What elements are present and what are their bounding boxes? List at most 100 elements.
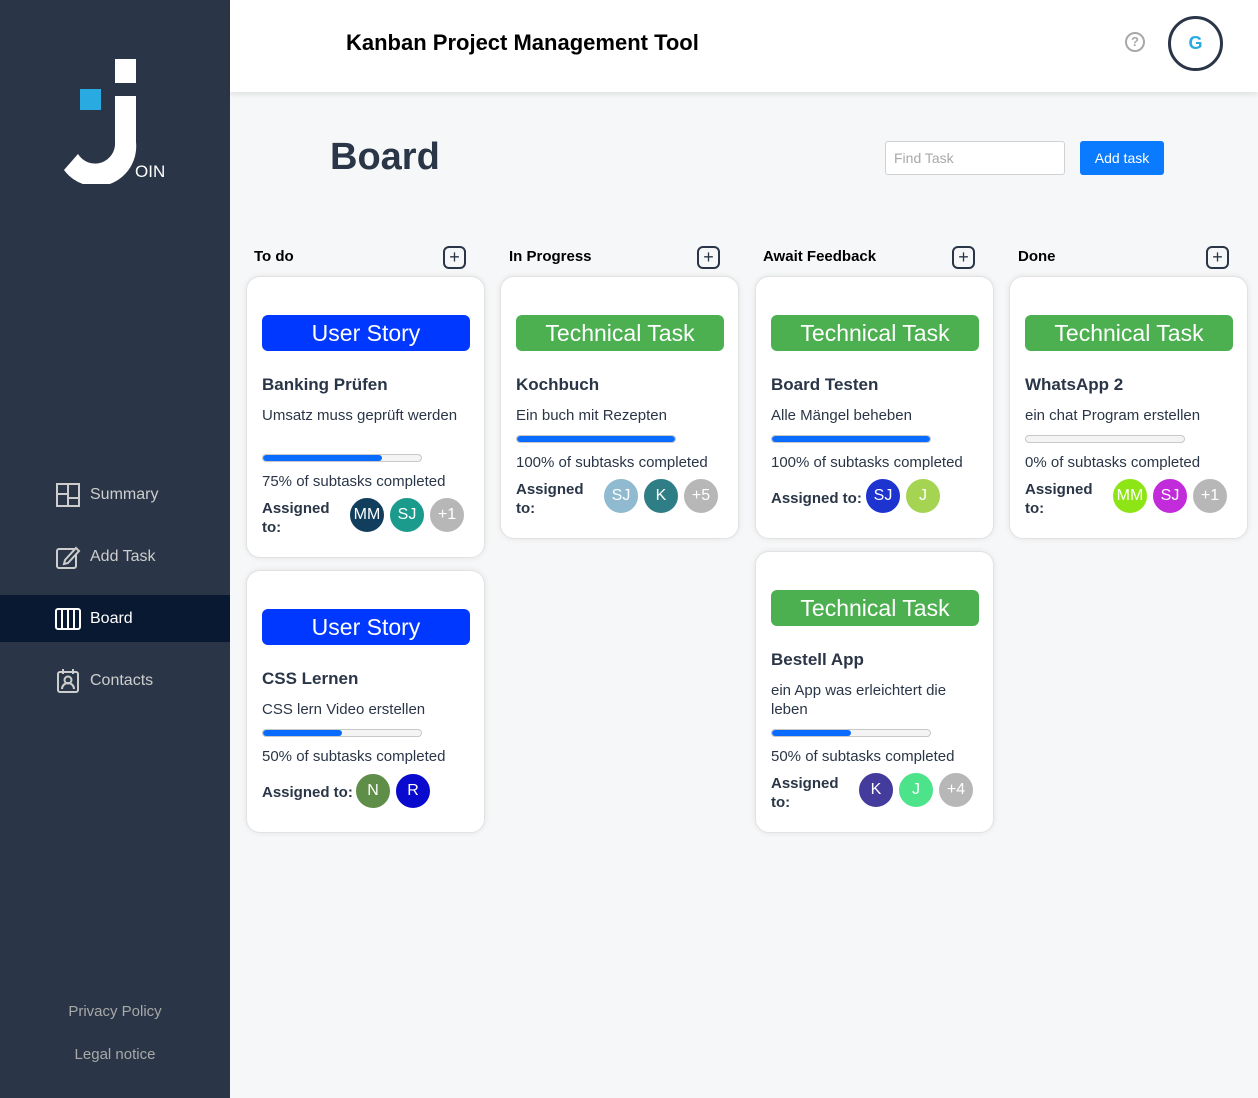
summary-icon: [56, 482, 80, 507]
assignee-avatar: +5: [682, 477, 720, 515]
progress-fill: [263, 455, 382, 461]
progress-fill: [517, 436, 675, 442]
assignee-avatars: MM SJ +1: [1109, 477, 1229, 515]
assigned-label: Assigned to:: [771, 775, 839, 811]
column-title-await-feedback: Await Feedback: [763, 248, 877, 265]
assignee-avatar: SJ: [1151, 477, 1189, 515]
nav-summary[interactable]: Summary: [0, 471, 230, 518]
task-title: Board Testen: [771, 375, 879, 394]
category-badge: Technical Task: [771, 315, 979, 351]
assignee-avatars: MM SJ +1: [346, 496, 466, 534]
add-todo-plus-icon[interactable]: +: [443, 246, 466, 269]
assignee-avatar: N: [354, 772, 392, 810]
task-description: ein App was erleichtert die leben: [771, 682, 947, 718]
assignee-avatars: NR: [352, 772, 432, 810]
add-in-progress-plus-icon[interactable]: +: [697, 246, 720, 269]
app-title: Kanban Project Management Tool: [346, 30, 699, 55]
assignee-avatars: SJ J: [862, 477, 942, 515]
legal-notice-link[interactable]: Legal notice: [0, 1046, 230, 1063]
assignee-avatar: SJ: [864, 477, 902, 515]
user-avatar[interactable]: G: [1168, 16, 1223, 71]
page-title: Board: [330, 136, 440, 178]
progress-label: 50% of subtasks completed: [262, 748, 446, 765]
progress-bar: [771, 435, 931, 443]
progress-bar: [771, 729, 931, 737]
assignee-avatar: J: [897, 771, 935, 809]
assignee-avatar: J: [904, 477, 942, 515]
column-title-done: Done: [1018, 248, 1056, 265]
add-task-button[interactable]: Add task: [1080, 141, 1164, 175]
progress-bar: [1025, 435, 1185, 443]
logo-text: OIN: [135, 162, 166, 181]
column-title-in-progress: In Progress: [509, 248, 592, 265]
task-card[interactable]: Technical Task Bestell App ein App was e…: [755, 551, 994, 833]
sidebar: OIN Summary Add Task Board Contacts Priv…: [0, 0, 230, 1098]
task-description: CSS lern Video erstellen: [262, 701, 426, 718]
category-badge: Technical Task: [771, 590, 979, 626]
category-badge: User Story: [262, 609, 470, 645]
privacy-policy-link[interactable]: Privacy Policy: [0, 1003, 230, 1020]
nav-add-task-label: Add Task: [90, 547, 156, 565]
task-title: WhatsApp 2: [1025, 375, 1124, 394]
assigned-label: Assigned to:: [262, 784, 353, 801]
add-done-plus-icon[interactable]: +: [1206, 246, 1229, 269]
progress-label: 50% of subtasks completed: [771, 748, 955, 765]
nav-add-task[interactable]: Add Task: [0, 533, 230, 580]
board-icon: [55, 607, 81, 630]
add-await-feedback-plus-icon[interactable]: +: [952, 246, 975, 269]
assignee-avatar: K: [642, 477, 680, 515]
assignee-avatar: +4: [937, 771, 975, 809]
top-header: Kanban Project Management Tool ? G: [230, 0, 1258, 92]
nav-contacts[interactable]: Contacts: [0, 657, 230, 704]
assignee-avatar: MM: [1111, 477, 1149, 515]
task-card[interactable]: Technical Task Kochbuch Ein buch mit Rez…: [500, 276, 739, 539]
column-title-todo: To do: [254, 248, 294, 265]
task-card[interactable]: Technical Task WhatsApp 2 ein chat Progr…: [1009, 276, 1248, 539]
progress-fill: [772, 436, 930, 442]
help-icon[interactable]: ?: [1125, 32, 1145, 52]
progress-label: 75% of subtasks completed: [262, 473, 446, 490]
progress-bar: [262, 454, 422, 462]
task-title: Bestell App: [771, 650, 864, 669]
assigned-label: Assigned to:: [516, 481, 584, 517]
progress-label: 100% of subtasks completed: [771, 454, 963, 471]
nav-board[interactable]: Board: [0, 595, 230, 642]
task-card[interactable]: User Story Banking Prüfen Umsatz muss ge…: [246, 276, 485, 558]
assignee-avatar: SJ: [388, 496, 426, 534]
assignee-avatar: K: [857, 771, 895, 809]
task-description: Alle Mängel beheben: [771, 407, 912, 424]
assignee-avatars: K J +4: [855, 771, 975, 809]
task-description: Ein buch mit Rezepten: [516, 407, 667, 424]
assigned-label: Assigned to:: [262, 500, 330, 536]
add-task-icon: [56, 546, 81, 569]
task-card[interactable]: User Story CSS Lernen CSS lern Video ers…: [246, 570, 485, 833]
join-logo[interactable]: OIN: [62, 58, 172, 187]
assignee-avatar: SJ: [602, 477, 640, 515]
task-title: Banking Prüfen: [262, 375, 388, 394]
assigned-label: Assigned to:: [1025, 481, 1093, 517]
task-description: ein chat Program erstellen: [1025, 407, 1201, 424]
contacts-icon: [57, 668, 79, 693]
category-badge: User Story: [262, 315, 470, 351]
task-title: Kochbuch: [516, 375, 600, 394]
search-input[interactable]: [885, 141, 1065, 175]
assignee-avatar: MM: [348, 496, 386, 534]
nav-contacts-label: Contacts: [90, 671, 154, 689]
assignee-avatars: SJ K +5: [600, 477, 720, 515]
assignee-avatar: +1: [1191, 477, 1229, 515]
nav-board-label: Board: [90, 609, 133, 627]
progress-label: 0% of subtasks completed: [1025, 454, 1201, 471]
progress-bar: [262, 729, 422, 737]
progress-fill: [263, 730, 342, 736]
assignee-avatar: +1: [428, 496, 466, 534]
nav-summary-label: Summary: [90, 485, 159, 503]
assigned-label: Assigned to:: [771, 490, 862, 507]
task-card[interactable]: Technical Task Board Testen Alle Mängel …: [755, 276, 994, 539]
assignee-avatar: R: [394, 772, 432, 810]
category-badge: Technical Task: [516, 315, 724, 351]
progress-fill: [772, 730, 851, 736]
task-title: CSS Lernen: [262, 669, 359, 688]
progress-label: 100% of subtasks completed: [516, 454, 708, 471]
task-description: Umsatz muss geprüft werden: [262, 407, 458, 424]
category-badge: Technical Task: [1025, 315, 1233, 351]
